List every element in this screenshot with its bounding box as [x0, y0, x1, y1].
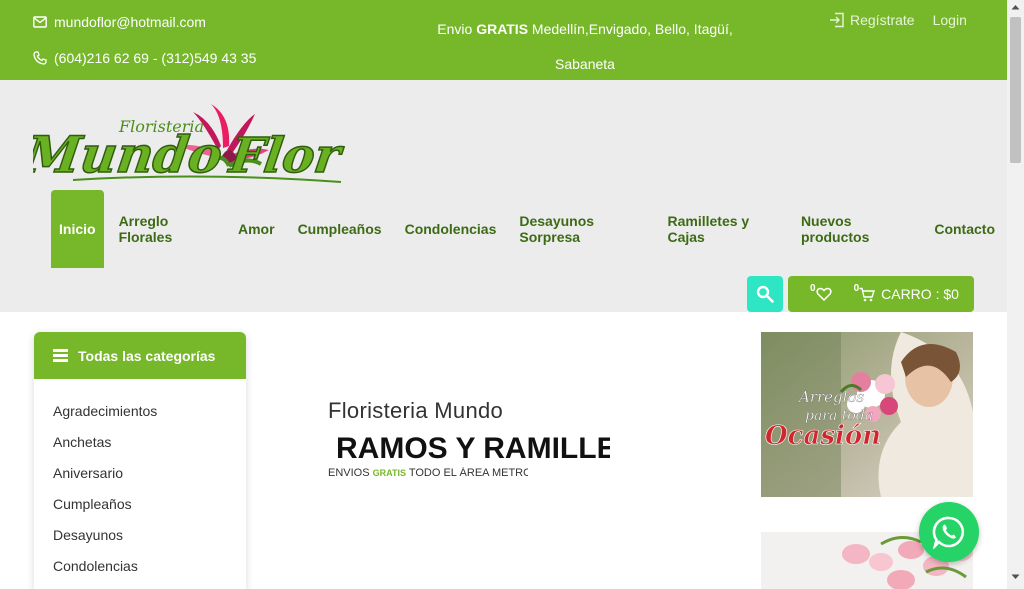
search-icon [756, 285, 774, 303]
banner-line-3: Ocasión [765, 421, 881, 451]
nav-item-ramilletes-y-cajas[interactable]: Ramilletes y Cajas [656, 190, 788, 268]
cart-count: 0 [853, 282, 860, 294]
shipping-line-2: Sabaneta [555, 56, 615, 72]
heart-icon [815, 287, 832, 301]
categories-header[interactable]: Todas las categorías [34, 332, 246, 379]
categories-panel: Todas las categorías Agradecimientos Anch… [34, 332, 246, 589]
category-item[interactable]: Anchetas [53, 434, 246, 465]
wishlist-button[interactable]: 0 [810, 283, 832, 301]
cart-button[interactable]: 0 CARRO : $0 [853, 282, 959, 303]
page-scrollbar[interactable] [1007, 0, 1024, 589]
logo-word-mundo: Mundo [33, 125, 226, 184]
wishlist-count: 0 [810, 282, 816, 294]
nav-item-condolencias[interactable]: Condolencias [394, 190, 508, 268]
nav-item-amor[interactable]: Amor [227, 190, 286, 268]
scroll-down-arrow-icon[interactable] [1011, 574, 1020, 580]
hero-subtitle: Floristeria Mundo [328, 398, 504, 423]
shipping-info: Envio GRATIS Medellín,Envigado, Bello, I… [430, 12, 740, 82]
nav-item-desayunos-sorpresa[interactable]: Desayunos Sorpresa [508, 190, 655, 268]
categories-list: Agradecimientos Anchetas Aniversario Cumple… [34, 379, 246, 589]
account-links: Regístrate Login [829, 12, 967, 28]
phone-row[interactable]: (604)216 62 69 - (312)549 43 35 [33, 49, 256, 67]
nav-item-inicio[interactable]: Inicio [51, 190, 104, 268]
sign-in-icon [830, 12, 844, 28]
whatsapp-button[interactable] [919, 502, 979, 562]
hero-note-rest: TODO EL ÁREA METROF [405, 467, 528, 479]
envelope-icon [33, 16, 47, 28]
category-item[interactable]: Condolencias [53, 558, 246, 589]
hero-note: ENVIOS GRATIS TODO EL ÁREA METROF [328, 467, 528, 479]
register-label: Regístrate [850, 12, 915, 28]
shopping-cart-icon [859, 287, 876, 301]
top-bar: mundoflor@hotmail.com (604)216 62 69 - (… [0, 0, 1007, 80]
list-icon [53, 349, 68, 362]
logo[interactable]: Floristeria Mundo Flor [33, 102, 345, 194]
whatsapp-icon [932, 516, 965, 549]
login-link[interactable]: Login [933, 12, 967, 28]
phone-text: (604)216 62 69 - (312)549 43 35 [54, 50, 257, 66]
categories-title: Todas las categorías [78, 347, 216, 364]
scroll-thumb[interactable] [1010, 17, 1021, 163]
nav-item-cumplea-os[interactable]: Cumpleaños [287, 190, 393, 268]
banner-line-1: Arreglos [797, 388, 864, 406]
email-row[interactable]: mundoflor@hotmail.com [33, 13, 256, 31]
nav-item-contacto[interactable]: Contacto [923, 190, 1006, 268]
category-item[interactable]: Cumpleaños [53, 496, 246, 527]
cart-total: CARRO : $0 [881, 286, 959, 302]
nav-item-arreglo-florales[interactable]: Arreglo Florales [108, 190, 226, 268]
cart-bar: 0 0 CARRO : $0 [788, 276, 974, 312]
register-link[interactable]: Regístrate [829, 12, 915, 28]
category-item[interactable]: Desayunos [53, 527, 246, 558]
category-item[interactable]: Agradecimientos [53, 403, 246, 434]
contact-info: mundoflor@hotmail.com (604)216 62 69 - (… [33, 13, 256, 67]
phone-icon [33, 51, 47, 65]
occasion-banner[interactable]: Arreglos para toda Ocasión [761, 332, 973, 497]
main-nav: Inicio Arreglo Florales Amor Cumpleaños Cond… [51, 190, 1007, 268]
scroll-up-arrow-icon[interactable] [1011, 4, 1020, 10]
category-item[interactable]: Aniversario [53, 465, 246, 496]
shipping-line-1: Envio GRATIS Medellín,Envigado, Bello, I… [430, 12, 740, 47]
email-text: mundoflor@hotmail.com [54, 14, 206, 30]
site-header: Floristeria Mundo Flor Inicio Arreglo Flo… [0, 80, 1007, 312]
hero-title: RAMOS Y RAMILLE [336, 432, 610, 465]
shipping-cities: Medellín,Envigado, Bello, Itagüí, [528, 21, 733, 37]
shipping-prefix: Envio [437, 21, 477, 37]
shipping-free: GRATIS [476, 21, 529, 37]
logo-word-flor: Flor [224, 128, 345, 184]
hero-note-prefix: ENVIOS [328, 467, 373, 479]
nav-item-nuevos-productos[interactable]: Nuevos productos [790, 190, 922, 268]
hero-note-free: GRATIS [372, 468, 406, 478]
search-button[interactable] [747, 276, 783, 312]
